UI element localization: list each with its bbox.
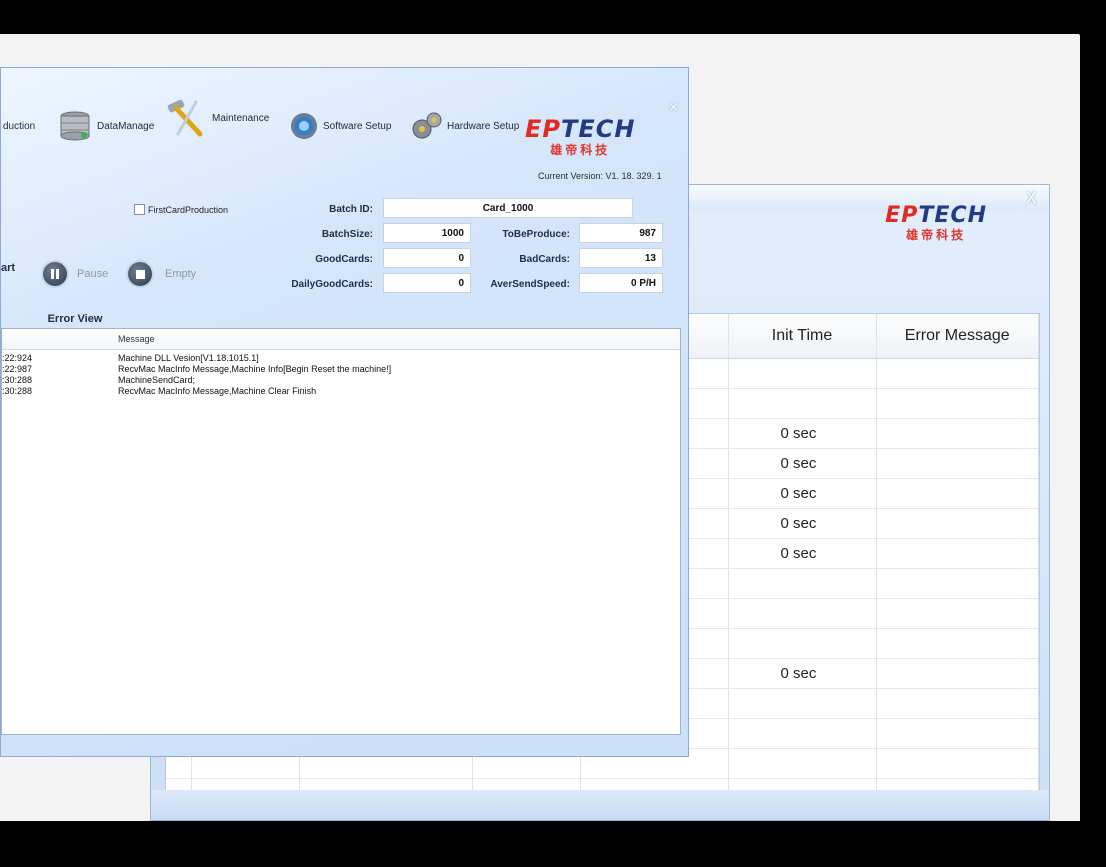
bad-cards-field[interactable]: 13	[579, 248, 663, 268]
empty-label: Empty	[165, 268, 197, 280]
close-icon[interactable]: ✕	[669, 101, 678, 114]
table-header-init-time[interactable]: Init Time	[728, 314, 877, 359]
init-time-cell	[728, 388, 877, 419]
table-cell	[876, 538, 1039, 569]
empty-button[interactable]: Empty	[128, 262, 196, 286]
init-time-cell	[728, 688, 877, 719]
toolbar-production-label: duction	[3, 120, 36, 132]
log-time: :30:288	[2, 386, 33, 396]
init-time-cell	[728, 568, 877, 599]
init-time-cell: 0 sec	[728, 508, 877, 539]
batch-id-field[interactable]: Card_1000	[383, 198, 633, 218]
init-time-cell: 0 sec	[728, 538, 877, 569]
log-message: MachineSendCard;	[118, 375, 196, 385]
front-logo: EPTECH 雄帝科技	[525, 115, 635, 158]
production-window: ✕ duction DataManage Maintenance Softwar…	[0, 67, 689, 757]
table-cell	[876, 508, 1039, 539]
toolbar-software-setup[interactable]: Software Setup	[289, 110, 391, 142]
table-cell	[876, 658, 1039, 689]
stop-icon	[128, 262, 152, 286]
bad-cards-label: BadCards:	[519, 254, 570, 265]
hammer-icon	[167, 99, 203, 137]
monitor-bezel: X EPTECH 雄帝科技 Init Time Error Message 0 …	[0, 0, 1106, 867]
good-cards-label: GoodCards:	[315, 254, 373, 265]
table-cell	[876, 448, 1039, 479]
toolbar-maintenance[interactable]: Maintenance	[164, 99, 270, 137]
log-message: RecvMac MacInfo Message,Machine Clear Fi…	[118, 386, 317, 396]
init-time-cell	[728, 718, 877, 749]
init-time-cell	[728, 598, 877, 629]
table-cell	[876, 718, 1039, 749]
toolbar-hardware-setup-label: Hardware Setup	[447, 120, 520, 132]
toolbar-hardware-setup[interactable]: Hardware Setup	[411, 110, 519, 142]
pause-icon	[43, 262, 67, 286]
table-cell	[876, 748, 1039, 779]
pause-label: Pause	[77, 268, 109, 280]
aver-send-speed-label: AverSendSpeed:	[490, 279, 570, 290]
tab-bar: Error View	[1, 309, 688, 329]
init-time-cell: 0 sec	[728, 478, 877, 509]
logo-prefix: EP	[525, 115, 561, 143]
database-icon	[60, 111, 90, 141]
to-be-produce-label: ToBeProduce:	[502, 229, 570, 240]
batch-size-label: BatchSize:	[321, 229, 373, 240]
toolbar-datamanage[interactable]: DataManage	[57, 110, 154, 142]
screen: X EPTECH 雄帝科技 Init Time Error Message 0 …	[0, 34, 1080, 821]
log-header: Message	[2, 329, 680, 350]
init-time-cell: 0 sec	[728, 418, 877, 449]
table-cell	[876, 688, 1039, 719]
init-time-cell	[728, 748, 877, 779]
first-card-checkbox[interactable]: FirstCardProduction	[134, 204, 228, 215]
table-cell	[876, 478, 1039, 509]
logo-chinese: 雄帝科技	[906, 228, 967, 242]
tab-error-view[interactable]: Error View	[25, 309, 125, 329]
init-time-cell: 0 sec	[728, 658, 877, 689]
aver-send-speed-field[interactable]: 0 P/H	[579, 273, 663, 293]
log-time: :30:288	[2, 375, 33, 385]
toolbar-datamanage-label: DataManage	[97, 120, 155, 132]
start-button[interactable]: art	[1, 262, 15, 274]
table-cell	[876, 418, 1039, 449]
batch-id-label: Batch ID:	[329, 204, 373, 215]
first-card-label: FirstCardProduction	[148, 204, 229, 215]
batch-size-field[interactable]: 1000	[383, 223, 471, 243]
checkbox-box[interactable]	[134, 204, 145, 215]
toolbar-maintenance-label: Maintenance	[212, 112, 270, 124]
start-label: art	[1, 262, 16, 274]
init-time-cell: 0 sec	[728, 448, 877, 479]
good-cards-field[interactable]: 0	[383, 248, 471, 268]
daily-good-cards-field[interactable]: 0	[383, 273, 471, 293]
log-time: :22:924	[2, 353, 33, 363]
table-cell	[876, 388, 1039, 419]
daily-good-cards-label: DailyGoodCards:	[291, 279, 373, 290]
version-text: Current Version: V1. 18. 329. 1	[538, 171, 662, 181]
toolbar-production[interactable]: duction	[0, 110, 35, 142]
back-logo: EPTECH 雄帝科技	[885, 203, 987, 243]
log-header-message[interactable]: Message	[118, 334, 155, 344]
back-close-button[interactable]: X	[1025, 189, 1037, 209]
logo-text: TECH	[918, 203, 987, 228]
logo-prefix: EP	[885, 203, 919, 228]
gears-icon	[412, 112, 442, 139]
logo-chinese: 雄帝科技	[550, 143, 611, 157]
back-footer	[151, 790, 1049, 820]
globe-gear-icon	[291, 113, 317, 139]
init-time-cell	[728, 358, 877, 389]
table-cell	[876, 358, 1039, 389]
table-cell	[876, 568, 1039, 599]
table-cell	[876, 628, 1039, 659]
table-header-error-message[interactable]: Error Message	[876, 314, 1039, 359]
pause-button[interactable]: Pause	[43, 262, 108, 286]
logo-text: TECH	[560, 115, 636, 143]
table-cell	[876, 598, 1039, 629]
to-be-produce-field[interactable]: 987	[579, 223, 663, 243]
log-time: :22:987	[2, 364, 33, 374]
toolbar-software-setup-label: Software Setup	[323, 120, 392, 132]
log-message: RecvMac MacInfo Message,Machine Info[Beg…	[118, 364, 392, 374]
message-log: Message :22:924 Machine DLL Vesion[V1.18.…	[1, 328, 681, 735]
init-time-cell	[728, 628, 877, 659]
log-message: Machine DLL Vesion[V1.18.1015.1]	[118, 353, 259, 363]
